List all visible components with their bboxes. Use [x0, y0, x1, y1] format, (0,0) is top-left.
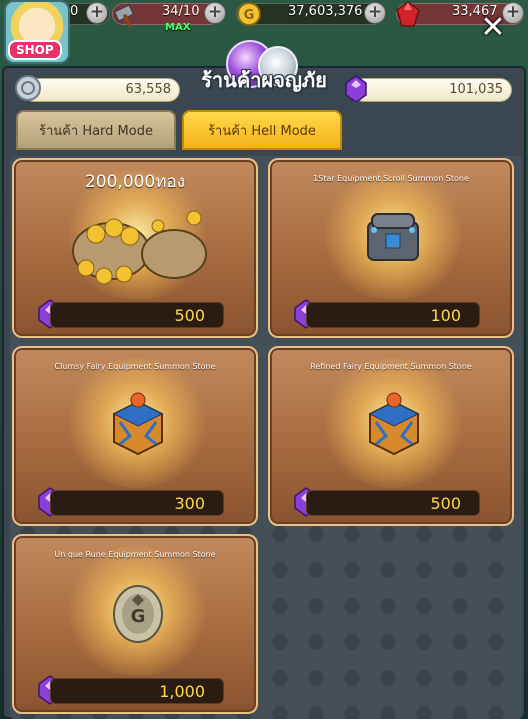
shop-title: ร้านค้าผจญภัย [201, 68, 327, 92]
silver-token-icon [15, 75, 41, 101]
tab-hard-mode[interactable]: ร้านค้า Hard Mode [16, 110, 176, 150]
price-bar: 300 [50, 490, 224, 516]
ornate-box-icon [112, 392, 164, 456]
stamina-hammer-icon [113, 4, 135, 28]
item-name: 200,000ทอง [84, 172, 186, 192]
tab-hell-mode[interactable]: ร้านค้า Hell Mode [182, 110, 342, 150]
silver-currency-value: 63,558 [125, 82, 172, 97]
gold-plus-button[interactable]: + [364, 2, 386, 24]
close-button[interactable]: ✕ [478, 13, 508, 44]
silver-currency-bar: 63,558 [22, 78, 180, 102]
svg-text:G: G [244, 8, 255, 23]
item-price: 100 [430, 306, 461, 325]
red-gem-icon [396, 1, 420, 27]
iron-chest-icon [367, 213, 419, 261]
item-name: Un que Rune Equipment Summon Stone [54, 550, 216, 559]
item-price: 500 [430, 494, 461, 513]
stamina-plus-button[interactable]: + [204, 2, 226, 24]
price-bar: 500 [50, 302, 224, 328]
gold-coin-icon: G [237, 2, 261, 26]
ornate-box-icon [368, 392, 420, 456]
item-price: 500 [174, 306, 205, 325]
item-name: 1Star Equipment Scroll Summon Stone [313, 174, 469, 183]
purple-currency-bar: 101,035 [352, 78, 512, 102]
price-bar: 500 [306, 490, 480, 516]
shop-item-card[interactable]: 200,000ทอง 500 [12, 158, 258, 338]
price-bar: 100 [306, 302, 480, 328]
item-name: Clumsy Fairy Equipment Summon Stone [54, 362, 216, 371]
purple-currency-value: 101,035 [449, 82, 503, 97]
gold-bags-icon [72, 210, 207, 285]
gold-amount-text: 37,603,376 [288, 4, 363, 19]
adventure-shop-screen: 0 + 34/10 MAX + G 37,603,376 + 33,467 + … [0, 0, 528, 719]
purple-gem-icon [345, 75, 367, 102]
shop-item-card[interactable]: Un que Rune Equipment Summon Stone G 1,0… [12, 534, 258, 714]
shop-title-banner: ร้านค้าผจญภัย [168, 40, 360, 96]
price-bar: 1,000 [50, 678, 224, 704]
svg-text:G: G [131, 606, 146, 627]
shop-item-card[interactable]: Clumsy Fairy Equipment Summon Stone 300 [12, 346, 258, 526]
item-name: Refined Fairy Equipment Summon Stone [310, 362, 472, 371]
shop-item-card[interactable]: 1Star Equipment Scroll Summon Stone 100 [268, 158, 514, 338]
item-price: 1,000 [159, 682, 205, 701]
shop-item-card[interactable]: Refined Fairy Equipment Summon Stone 500 [268, 346, 514, 526]
item-price: 300 [174, 494, 205, 513]
level-plus-button[interactable]: + [86, 2, 108, 24]
rune-stone-icon: G [113, 585, 163, 643]
level-fragment-text: 0 [70, 4, 79, 19]
stamina-max-label: MAX [165, 22, 191, 33]
shop-badge[interactable]: SHOP [8, 40, 62, 60]
top-hud: 0 + 34/10 MAX + G 37,603,376 + 33,467 + [0, 0, 528, 34]
stamina-text: 34/10 [162, 4, 200, 19]
